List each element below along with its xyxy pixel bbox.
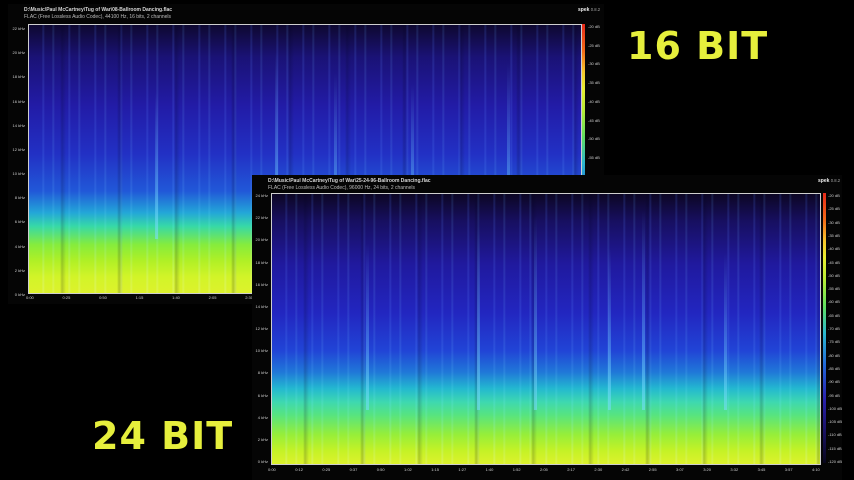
- db-tick: -35 dB: [828, 232, 840, 238]
- db-tick: -50 dB: [588, 136, 600, 142]
- frequency-tick: 10 kHz: [12, 171, 25, 177]
- time-tick: 0:37: [349, 467, 358, 472]
- time-tick: 0:00: [268, 467, 276, 472]
- db-tick: -60 dB: [828, 299, 840, 305]
- time-tick: 4:10: [812, 467, 820, 472]
- db-tick: -55 dB: [588, 155, 600, 160]
- db-tick: -55 dB: [828, 286, 840, 292]
- time-tick: 1:15: [431, 467, 439, 472]
- frequency-tick: 22 kHz: [12, 26, 25, 31]
- file-path: D:\Music\Paul McCartney\Tug of War\25-24…: [268, 178, 431, 184]
- time-tick: 2:05: [540, 467, 548, 472]
- time-tick: 1:15: [135, 295, 144, 300]
- frequency-tick: 20 kHz: [12, 50, 25, 56]
- frequency-tick: 18 kHz: [12, 74, 25, 80]
- db-tick: -65 dB: [828, 312, 840, 318]
- time-tick: 2:17: [567, 467, 575, 472]
- db-tick: -85 dB: [828, 365, 840, 371]
- frequency-tick: 8 kHz: [14, 195, 25, 201]
- db-tick: -50 dB: [828, 272, 840, 278]
- frequency-tick: 14 kHz: [12, 122, 25, 128]
- frequency-tick: 12 kHz: [255, 326, 268, 331]
- label-24-bit: 24 BIT: [92, 414, 234, 458]
- spectrogram-plot: [271, 193, 821, 465]
- db-tick: -90 dB: [828, 379, 840, 385]
- frequency-tick: 14 kHz: [255, 303, 268, 309]
- time-tick: 2:30: [594, 467, 603, 472]
- db-tick: -80 dB: [828, 352, 840, 358]
- frequency-tick: 0 kHz: [257, 459, 268, 464]
- db-tick: -30 dB: [828, 219, 840, 225]
- time-tick: 3:20: [703, 467, 711, 472]
- db-tick: -75 dB: [828, 339, 840, 345]
- frequency-tick: 20 kHz: [255, 237, 268, 243]
- time-tick: 1:52: [512, 467, 521, 472]
- time-tick: 1:40: [485, 467, 494, 472]
- file-info: FLAC (Free Lossless Audio Codec), 44100 …: [24, 14, 172, 20]
- db-colorbar: [823, 193, 826, 463]
- db-tick: -95 dB: [828, 392, 840, 398]
- db-tick: -45 dB: [828, 259, 840, 265]
- time-tick: 2:05: [208, 295, 217, 300]
- frequency-tick: 18 kHz: [255, 259, 268, 265]
- time-tick: 3:07: [676, 467, 684, 472]
- app-brand: spek 0.8.2: [578, 7, 601, 13]
- db-tick: -45 dB: [588, 117, 600, 123]
- time-tick: 0:50: [376, 467, 385, 472]
- frequency-tick: 0 kHz: [14, 292, 25, 297]
- time-tick: 3:32: [730, 467, 739, 472]
- time-tick: 0:25: [62, 295, 71, 300]
- frequency-tick: 2 kHz: [257, 436, 268, 442]
- frequency-tick: 6 kHz: [14, 219, 25, 225]
- db-tick: -115 dB: [828, 445, 842, 451]
- frequency-tick: 22 kHz: [255, 215, 268, 221]
- db-tick: -25 dB: [828, 206, 840, 212]
- spectrogram-window-24bit: D:\Music\Paul McCartney\Tug of War\25-24…: [252, 175, 842, 480]
- time-tick: 1:27: [458, 467, 467, 472]
- db-tick: -100 dB: [828, 405, 842, 411]
- frequency-tick: 8 kHz: [257, 370, 268, 376]
- time-tick: 2:42: [621, 467, 630, 472]
- db-tick: -120 dB: [828, 459, 842, 464]
- frequency-tick: 6 kHz: [257, 392, 268, 398]
- db-tick: -20 dB: [588, 24, 600, 29]
- time-tick: 0:25: [322, 467, 331, 472]
- db-tick: -70 dB: [828, 326, 840, 331]
- db-tick: -20 dB: [828, 193, 840, 198]
- time-tick: 0:50: [99, 295, 107, 300]
- frequency-tick: 10 kHz: [255, 348, 268, 354]
- time-tick: 0:00: [26, 295, 34, 300]
- db-tick: -35 dB: [588, 80, 600, 86]
- db-tick: -25 dB: [588, 42, 600, 48]
- time-tick: 3:45: [757, 467, 766, 472]
- frequency-tick: 4 kHz: [14, 243, 25, 249]
- frequency-tick: 4 kHz: [257, 414, 268, 420]
- frequency-tick: 16 kHz: [255, 281, 268, 287]
- file-path: D:\Music\Paul McCartney\Tug of War\08-Ba…: [24, 7, 173, 13]
- file-info: FLAC (Free Lossless Audio Codec), 96000 …: [268, 185, 416, 191]
- time-tick: 3:57: [784, 467, 793, 472]
- label-16-bit: 16 BIT: [627, 24, 769, 68]
- app-brand: spek 0.8.2: [818, 178, 841, 184]
- time-tick: 1:40: [172, 295, 180, 300]
- time-tick: 2:55: [648, 467, 657, 472]
- db-tick: -30 dB: [588, 61, 600, 67]
- frequency-tick: 2 kHz: [14, 267, 25, 273]
- db-tick: -110 dB: [828, 432, 842, 438]
- db-tick: -40 dB: [828, 246, 840, 252]
- frequency-tick: 24 kHz: [255, 193, 268, 198]
- frequency-tick: 12 kHz: [12, 146, 25, 152]
- db-tick: -105 dB: [828, 419, 842, 425]
- db-tick: -40 dB: [588, 98, 600, 104]
- time-tick: 1:02: [404, 467, 412, 472]
- frequency-tick: 16 kHz: [12, 98, 25, 104]
- time-tick: 0:12: [295, 467, 303, 472]
